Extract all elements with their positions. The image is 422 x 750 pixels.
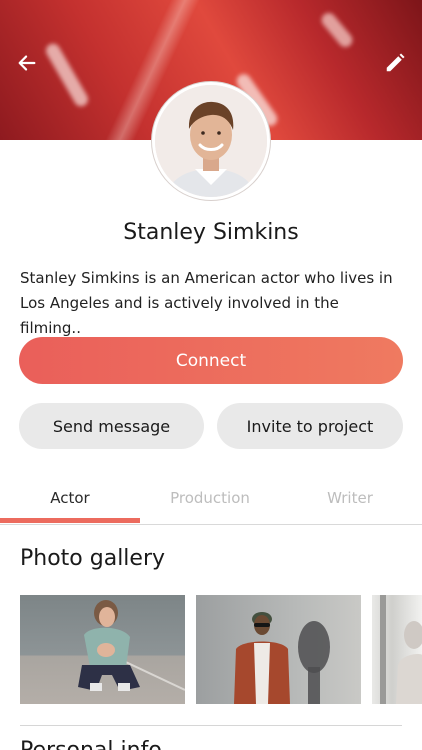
gallery-photo-image xyxy=(380,595,422,704)
photo-gallery[interactable] xyxy=(20,595,422,704)
invite-to-project-button[interactable]: Invite to project xyxy=(217,403,403,449)
gallery-photo-image xyxy=(78,600,185,691)
section-divider xyxy=(20,725,402,726)
tab-writer[interactable]: Writer xyxy=(280,478,420,524)
gallery-photo[interactable] xyxy=(20,595,185,704)
personal-info-title: Personal info xyxy=(20,738,162,750)
cover-streak xyxy=(318,10,356,50)
send-message-button[interactable]: Send message xyxy=(19,403,204,449)
gallery-photo[interactable] xyxy=(372,595,422,704)
avatar-photo xyxy=(155,85,267,197)
edit-button[interactable] xyxy=(380,48,410,78)
gallery-photo[interactable] xyxy=(196,595,361,704)
active-tab-indicator xyxy=(0,518,140,523)
avatar[interactable] xyxy=(152,82,270,200)
gallery-photo-image xyxy=(234,612,330,704)
cover-streak xyxy=(43,41,91,109)
tab-production[interactable]: Production xyxy=(140,478,280,524)
arrow-left-icon xyxy=(18,55,36,71)
connect-button[interactable]: Connect xyxy=(19,337,403,384)
photo-gallery-title: Photo gallery xyxy=(20,546,166,571)
back-button[interactable] xyxy=(12,48,42,78)
pencil-icon xyxy=(386,53,405,72)
profile-name: Stanley Simkins xyxy=(123,220,299,245)
profile-bio: Stanley Simkins is an American actor who… xyxy=(20,269,393,337)
